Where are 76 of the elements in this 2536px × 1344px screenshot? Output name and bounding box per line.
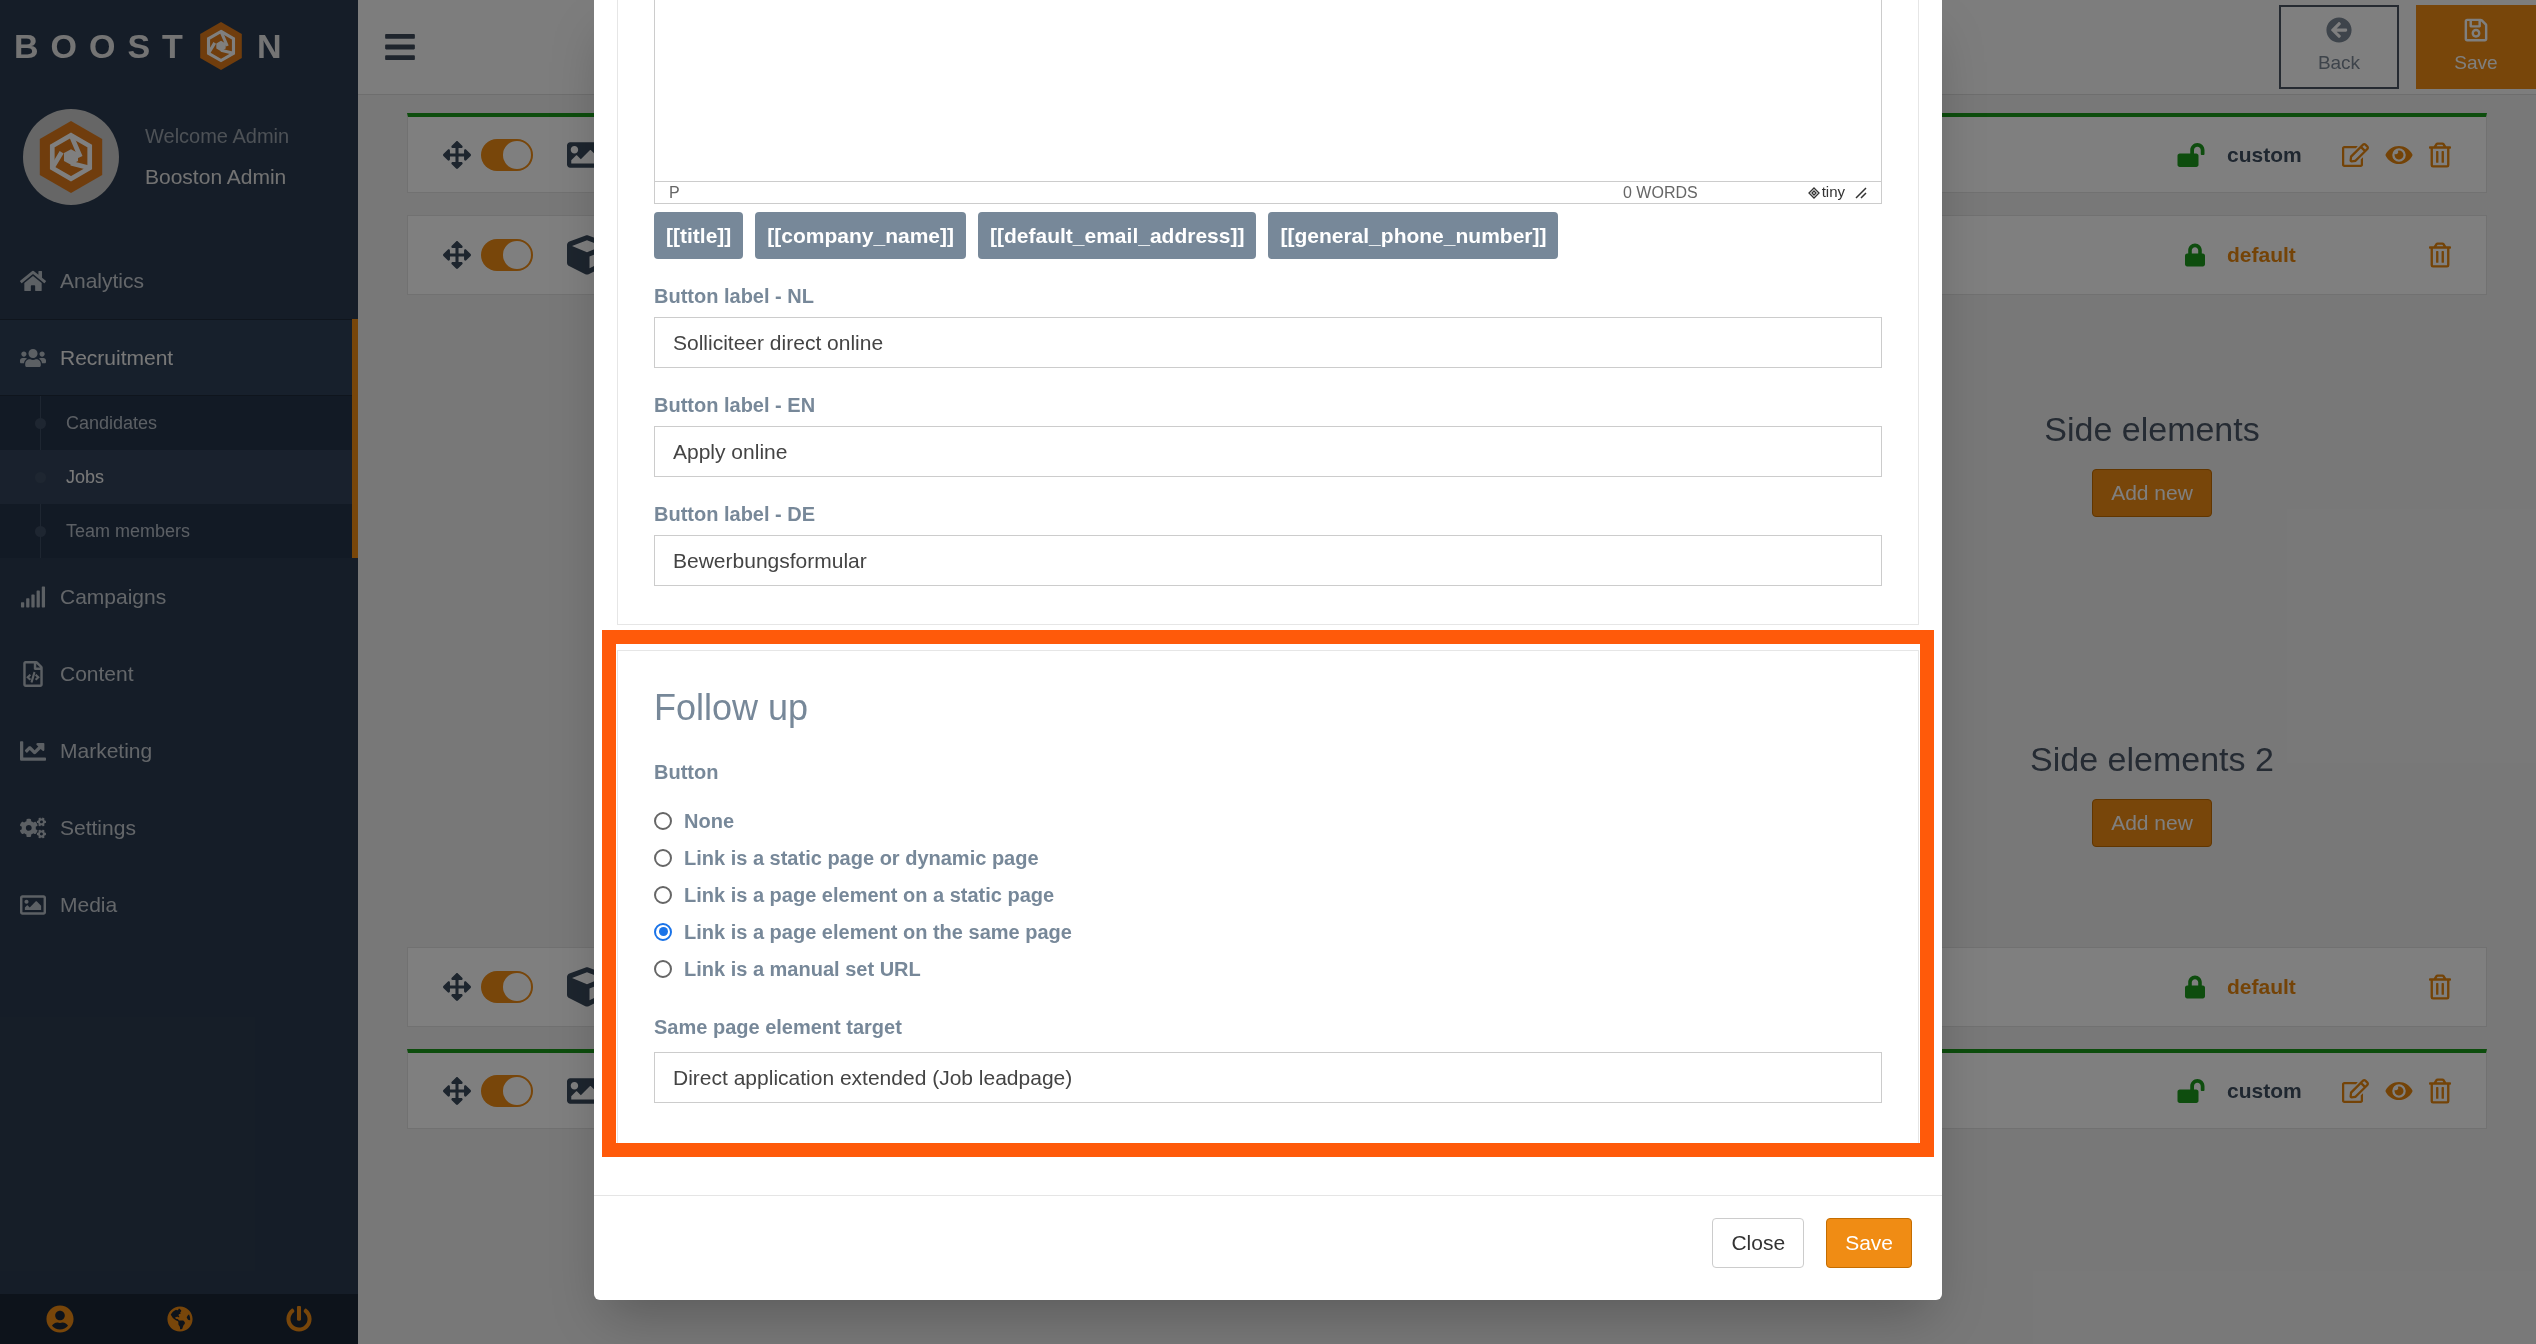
nav-item[interactable]: Settings: [0, 789, 358, 866]
field-label: Same page element target: [654, 1015, 903, 1040]
text-field[interactable]: Apply online: [654, 426, 1882, 477]
logo-text: N: [256, 25, 294, 67]
placeholder-token-button[interactable]: [[title]]: [654, 212, 744, 259]
edit-icon[interactable]: [2342, 141, 2369, 168]
editor-brand: tiny: [1821, 182, 1845, 203]
radio-label[interactable]: None: [684, 805, 734, 836]
field-label: Button: [654, 760, 720, 785]
toggle-switch[interactable]: [481, 138, 533, 171]
field-label: Button label - EN: [654, 393, 817, 418]
add-new-button[interactable]: Add new: [2092, 798, 2212, 847]
placeholder-token-button[interactable]: [[general_phone_number]]: [1268, 212, 1559, 259]
text-field[interactable]: Solliciteer direct online: [654, 317, 1882, 368]
trash-icon[interactable]: [2429, 242, 2451, 268]
power-icon[interactable]: [285, 1306, 312, 1332]
nav-item[interactable]: Media: [0, 866, 358, 943]
radio-label[interactable]: Link is a page element on a static page: [684, 879, 1055, 910]
toggle-switch[interactable]: [481, 239, 533, 271]
edit-icon[interactable]: [2342, 1077, 2369, 1104]
nav-subitem[interactable]: Candidates: [0, 396, 352, 450]
nav-item[interactable]: Marketing: [0, 712, 358, 789]
element-path: P: [669, 182, 680, 203]
radio-button[interactable]: [654, 811, 672, 830]
resize-handle-icon[interactable]: [1855, 186, 1867, 199]
text-field[interactable]: Bewerbungsformular: [654, 535, 1882, 586]
radio-label[interactable]: Link is a page element on the same page: [684, 916, 1072, 947]
globe-icon[interactable]: [167, 1306, 193, 1332]
close-button[interactable]: Close: [1712, 1218, 1805, 1268]
nav-item[interactable]: Recruitment: [0, 319, 352, 396]
welcome-text: Welcome Admin: [145, 124, 290, 150]
trash-icon[interactable]: [2429, 974, 2451, 1000]
radio-button[interactable]: [654, 848, 672, 867]
nav-item[interactable]: Campaigns: [0, 558, 358, 635]
back-icon: [2326, 16, 2352, 43]
user-name: Booston Admin: [145, 164, 288, 191]
trash-icon[interactable]: [2429, 1077, 2451, 1104]
placeholder-token-button[interactable]: [[default_email_address]]: [978, 212, 1257, 259]
radio-label[interactable]: Link is a manual set URL: [684, 953, 921, 984]
logo-text: BOOST: [14, 25, 195, 67]
nav-subitem[interactable]: Team members: [0, 504, 352, 558]
move-icon[interactable]: [443, 140, 471, 169]
trash-icon[interactable]: [2429, 141, 2451, 168]
radio-button[interactable]: [654, 959, 672, 978]
toggle-switch[interactable]: [481, 1074, 533, 1107]
section-title: Side elements: [2044, 408, 2260, 450]
save-button[interactable]: Save: [1826, 1218, 1912, 1268]
move-icon[interactable]: [443, 1076, 471, 1105]
row-type-label: custom: [2227, 141, 2303, 168]
save-button[interactable]: Save: [2416, 5, 2536, 89]
nav-subitem[interactable]: Jobs: [0, 450, 352, 504]
text-field[interactable]: Direct application extended (Job leadpage): [654, 1052, 1882, 1103]
move-icon[interactable]: [443, 973, 471, 1001]
row-type-label: default: [2227, 974, 2297, 1001]
move-icon[interactable]: [443, 241, 471, 269]
placeholder-token-button[interactable]: [[company_name]]: [755, 212, 966, 259]
save-icon: [2463, 16, 2489, 43]
field-label: Button label - NL: [654, 284, 815, 309]
radio-button[interactable]: [654, 885, 672, 904]
back-button[interactable]: Back: [2279, 5, 2399, 89]
code-file-icon: [20, 660, 46, 687]
row-type-label: default: [2227, 242, 2297, 269]
diamond-icon: [1807, 186, 1820, 199]
row-type-label: custom: [2227, 1077, 2303, 1104]
rich-text-editor[interactable]: P 0 WORDS tiny: [654, 0, 1882, 204]
nav-item[interactable]: Content: [0, 635, 358, 712]
word-count: 0 WORDS: [1623, 182, 1698, 203]
radio-label[interactable]: Link is a static page or dynamic page: [684, 842, 1039, 873]
section-heading: Follow up: [654, 686, 810, 730]
section-title: Side elements 2: [2030, 738, 2274, 780]
nav-item[interactable]: Analytics: [0, 242, 358, 319]
user-icon[interactable]: [46, 1305, 75, 1333]
add-new-button[interactable]: Add new: [2092, 468, 2212, 517]
field-label: Button label - DE: [654, 502, 817, 527]
radio-button[interactable]: [654, 922, 672, 941]
toggle-switch[interactable]: [481, 971, 533, 1003]
